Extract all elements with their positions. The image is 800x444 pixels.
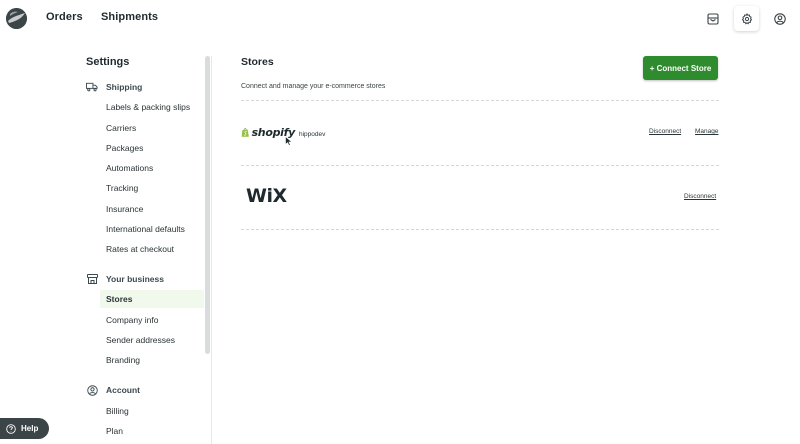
sidebar-item-automations[interactable]: Automations	[106, 163, 153, 173]
sidebar-section-shipping: Shipping	[86, 80, 142, 94]
store-name: hippodev	[299, 131, 326, 138]
sidebar-item-sender-addresses[interactable]: Sender addresses	[106, 335, 175, 345]
divider	[241, 165, 719, 166]
store-row-shopify: shopify hippodev Disconnect Manage	[240, 124, 720, 144]
mouse-cursor-icon	[285, 136, 293, 146]
sidebar-item-insurance[interactable]: Insurance	[106, 204, 143, 214]
manage-shopify-link[interactable]: Manage	[695, 128, 719, 135]
sidebar-item-tracking[interactable]: Tracking	[106, 183, 138, 193]
help-label: Help	[21, 424, 39, 433]
divider	[241, 229, 719, 230]
sidebar-item-label: Stores	[106, 294, 133, 304]
sidebar-item-stores[interactable]: Stores	[100, 290, 204, 308]
sidebar-item-international-defaults[interactable]: International defaults	[106, 224, 185, 234]
nav-orders-link[interactable]: Orders	[46, 11, 83, 23]
sidebar-item-company-info[interactable]: Company info	[106, 315, 158, 325]
sidebar-section-account: Account	[86, 383, 140, 397]
sidebar-item-packages[interactable]: Packages	[106, 143, 143, 153]
store-row-wix: WiX Disconnect	[240, 183, 720, 213]
sidebar-item-carriers[interactable]: Carriers	[106, 123, 136, 133]
sidebar-section-your-business: Your business	[86, 272, 164, 286]
disconnect-wix-link[interactable]: Disconnect	[684, 193, 716, 200]
account-circle-icon	[86, 384, 98, 396]
question-circle-icon	[6, 423, 16, 434]
package-icon[interactable]	[701, 8, 725, 30]
truck-icon	[86, 81, 98, 93]
sidebar-divider	[211, 56, 212, 444]
divider	[241, 100, 719, 101]
sidebar-section-heading: Your business	[106, 274, 164, 284]
sidebar-title: Settings	[86, 56, 130, 68]
sidebar-item-labels-packing-slips[interactable]: Labels & packing slips	[106, 102, 190, 112]
nav-shipments-link[interactable]: Shipments	[101, 11, 158, 23]
disconnect-shopify-link[interactable]: Disconnect	[649, 128, 681, 135]
shopify-bag-icon	[241, 127, 249, 137]
sidebar-item-plan[interactable]: Plan	[106, 426, 123, 436]
store-icon	[86, 273, 98, 285]
wix-logo: WiX	[246, 185, 287, 207]
sidebar-item-rates-at-checkout[interactable]: Rates at checkout	[106, 244, 174, 254]
top-navigation-bar: Orders Shipments	[0, 0, 800, 38]
settings-sidebar: Settings Shipping Labels & packing slips…	[0, 38, 212, 444]
sidebar-scrollbar[interactable]	[205, 56, 210, 354]
sidebar-section-heading: Account	[106, 385, 140, 395]
page-subtitle: Connect and manage your e-commerce store…	[241, 83, 386, 90]
globe-logo-icon[interactable]	[6, 8, 27, 29]
page-title: Stores	[241, 56, 274, 68]
user-circle-icon[interactable]	[768, 8, 792, 30]
gear-icon[interactable]	[734, 6, 759, 31]
sidebar-item-billing[interactable]: Billing	[106, 406, 129, 416]
connect-store-button[interactable]: + Connect Store	[643, 56, 718, 80]
stores-main-panel: Stores Connect and manage your e-commerc…	[240, 38, 800, 444]
sidebar-item-branding[interactable]: Branding	[106, 355, 140, 365]
sidebar-section-heading: Shipping	[106, 82, 143, 92]
help-button[interactable]: Help	[0, 418, 49, 439]
